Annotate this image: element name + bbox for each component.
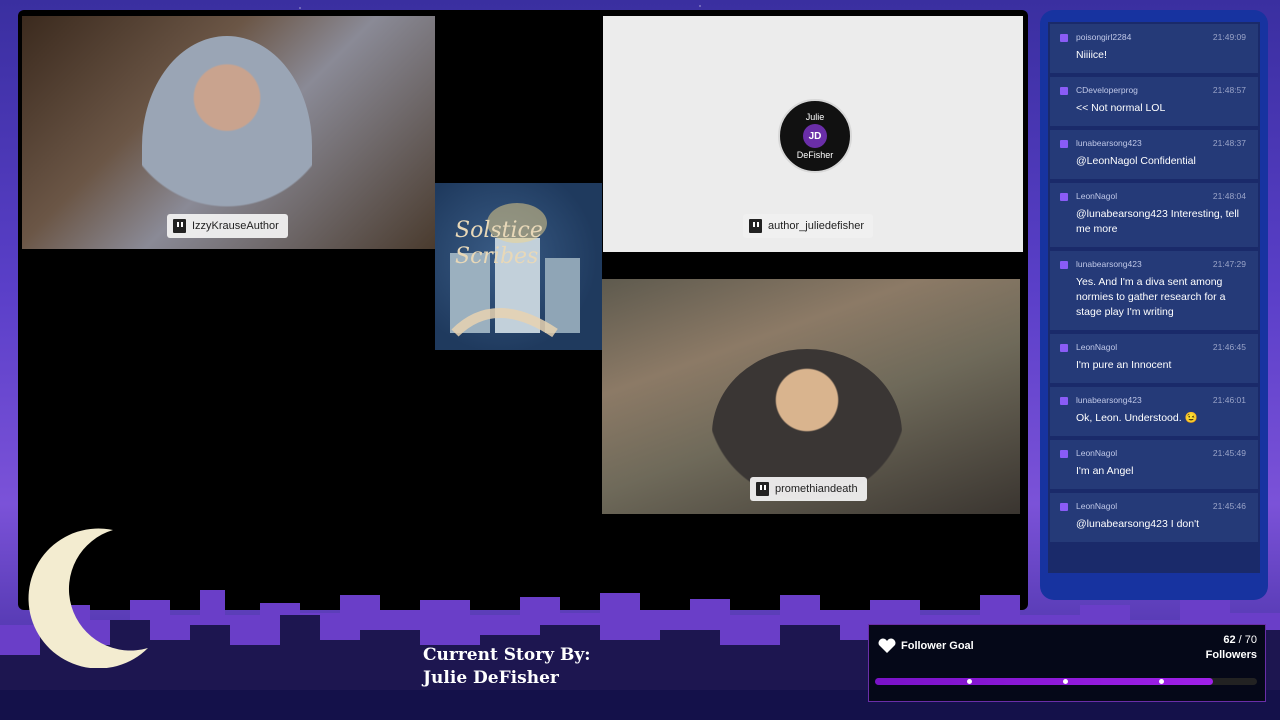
chat-text: Ok, Leon. Understood. 😉 xyxy=(1076,412,1198,424)
chat-text: I'm an Angel xyxy=(1076,465,1134,477)
story-author: Julie DeFisher xyxy=(423,668,559,688)
current-story-caption: Current Story By: Julie DeFisher xyxy=(423,644,591,690)
chat-panel: poisongirl2284 21:49:09 Niiiice! CDeveloper… xyxy=(1040,10,1268,600)
chat-badge-icon xyxy=(1060,344,1068,352)
webcam-izzy: IzzyKrauseAuthor xyxy=(22,16,435,249)
name-tag: IzzyKrauseAuthor xyxy=(167,214,288,238)
name-tag: promethiandeath xyxy=(750,477,867,501)
chat-badge-icon xyxy=(1060,140,1068,148)
chat-text: @lunabearsong423 Interesting, tell me mo… xyxy=(1076,208,1240,235)
story-label: Current Story By: xyxy=(423,645,591,665)
goal-unit: Followers xyxy=(1205,649,1257,661)
chat-message: CDeveloperprog 21:48:57 << Not normal LOL xyxy=(1050,77,1258,126)
chat-badge-icon xyxy=(1060,261,1068,269)
name-tag: author_juliedefisher xyxy=(743,214,874,238)
chat-message-list[interactable]: poisongirl2284 21:49:09 Niiiice! CDeveloper… xyxy=(1048,22,1260,573)
goal-milestone-dot xyxy=(967,679,972,684)
chat-message: LeonNagol 21:48:04 @lunabearsong423 Intere… xyxy=(1050,183,1258,247)
logo-text: Solstice Scribes xyxy=(455,218,543,269)
solstice-scribes-logo: Solstice Scribes xyxy=(435,183,602,350)
crescent-moon-icon xyxy=(28,528,148,668)
chat-text: Niiiice! xyxy=(1076,49,1107,61)
chat-timestamp: 21:47:29 xyxy=(1212,259,1246,269)
chat-message: lunabearsong423 21:46:01 Ok, Leon. Underst… xyxy=(1050,387,1258,436)
twitch-icon xyxy=(749,219,762,233)
chat-message: LeonNagol 21:46:45 I'm pure an Innocent xyxy=(1050,334,1258,383)
chat-timestamp: 21:48:04 xyxy=(1212,191,1246,201)
chat-badge-icon xyxy=(1060,503,1068,511)
goal-current: 62 xyxy=(1223,634,1236,646)
chat-message: LeonNagol 21:45:49 I'm an Angel xyxy=(1050,440,1258,489)
chat-timestamp: 21:49:09 xyxy=(1212,32,1246,42)
chat-message: lunabearsong423 21:48:37 @LeonNagol Confid… xyxy=(1050,130,1258,179)
follower-goal-widget: Follower Goal 62 / 70 Followers xyxy=(868,624,1266,702)
goal-title: Follower Goal xyxy=(901,640,974,652)
avatar-text-top: Julie xyxy=(805,112,825,122)
goal-progress-bar xyxy=(875,678,1257,685)
goal-milestone-dot xyxy=(1063,679,1068,684)
chat-timestamp: 21:45:46 xyxy=(1212,501,1246,511)
chat-badge-icon xyxy=(1060,397,1068,405)
streamer-name: IzzyKrauseAuthor xyxy=(192,220,279,232)
chat-message: lunabearsong423 21:47:29 Yes. And I'm a di… xyxy=(1050,251,1258,330)
chat-timestamp: 21:46:45 xyxy=(1212,342,1246,352)
streamer-name: author_juliedefisher xyxy=(768,220,865,232)
chat-message: LeonNagol 21:45:46 @lunabearsong423 I don'… xyxy=(1050,493,1258,542)
chat-text: << Not normal LOL xyxy=(1076,102,1166,114)
webcam-promethiandeath: promethiandeath xyxy=(602,279,1020,514)
chat-text: @LeonNagol Confidential xyxy=(1076,155,1196,167)
heart-icon xyxy=(878,638,896,653)
chat-timestamp: 21:46:01 xyxy=(1212,395,1246,405)
chat-badge-icon xyxy=(1060,193,1068,201)
chat-text: Yes. And I'm a diva sent among normies t… xyxy=(1076,276,1226,318)
chat-badge-icon xyxy=(1060,87,1068,95)
goal-target: 70 xyxy=(1244,634,1257,646)
streamer-name: promethiandeath xyxy=(775,483,858,495)
goal-count: 62 / 70 Followers xyxy=(1205,634,1257,661)
avatar-monogram: JD xyxy=(803,124,827,148)
twitch-icon xyxy=(173,219,186,233)
chat-timestamp: 21:48:37 xyxy=(1212,138,1246,148)
chat-message: poisongirl2284 21:49:09 Niiiice! xyxy=(1050,24,1258,73)
chat-badge-icon xyxy=(1060,34,1068,42)
chat-text: @lunabearsong423 I don't xyxy=(1076,518,1200,530)
avatar: Julie JD DeFisher xyxy=(778,99,852,173)
goal-milestone-dot xyxy=(1159,679,1164,684)
chat-timestamp: 21:48:57 xyxy=(1212,85,1246,95)
chat-text: I'm pure an Innocent xyxy=(1076,359,1172,371)
chat-badge-icon xyxy=(1060,450,1068,458)
avatar-text-bottom: DeFisher xyxy=(796,150,834,160)
twitch-icon xyxy=(756,482,769,496)
chat-timestamp: 21:45:49 xyxy=(1212,448,1246,458)
